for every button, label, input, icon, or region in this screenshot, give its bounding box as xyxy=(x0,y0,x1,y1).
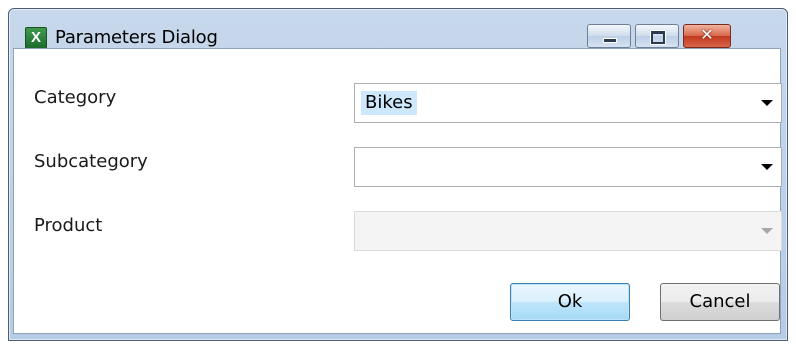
maximize-icon xyxy=(651,31,665,44)
chevron-down-icon xyxy=(761,228,773,234)
parameters-dialog-window: X Parameters Dialog ✕ Category Bikes Sub… xyxy=(8,8,788,341)
excel-icon: X xyxy=(25,27,47,49)
product-combobox xyxy=(354,211,782,251)
chevron-down-icon[interactable] xyxy=(761,164,773,170)
window-title: Parameters Dialog xyxy=(55,27,218,48)
category-label: Category xyxy=(34,87,117,108)
close-button[interactable]: ✕ xyxy=(683,24,731,48)
product-selected-value xyxy=(361,219,369,243)
subcategory-label: Subcategory xyxy=(34,151,148,172)
category-selected-value: Bikes xyxy=(361,91,417,115)
ok-button[interactable]: Ok xyxy=(510,283,630,321)
minimize-icon xyxy=(603,38,617,43)
close-icon: ✕ xyxy=(700,25,714,44)
dialog-content: Category Bikes Subcategory Product Ok Ca… xyxy=(13,48,782,334)
product-label: Product xyxy=(34,215,103,236)
subcategory-selected-value xyxy=(361,155,369,179)
minimize-button[interactable] xyxy=(587,24,631,48)
chevron-down-icon[interactable] xyxy=(761,100,773,106)
cancel-button[interactable]: Cancel xyxy=(660,283,780,321)
category-combobox[interactable]: Bikes xyxy=(354,83,782,123)
maximize-button[interactable] xyxy=(635,24,679,48)
subcategory-combobox[interactable] xyxy=(354,147,782,187)
